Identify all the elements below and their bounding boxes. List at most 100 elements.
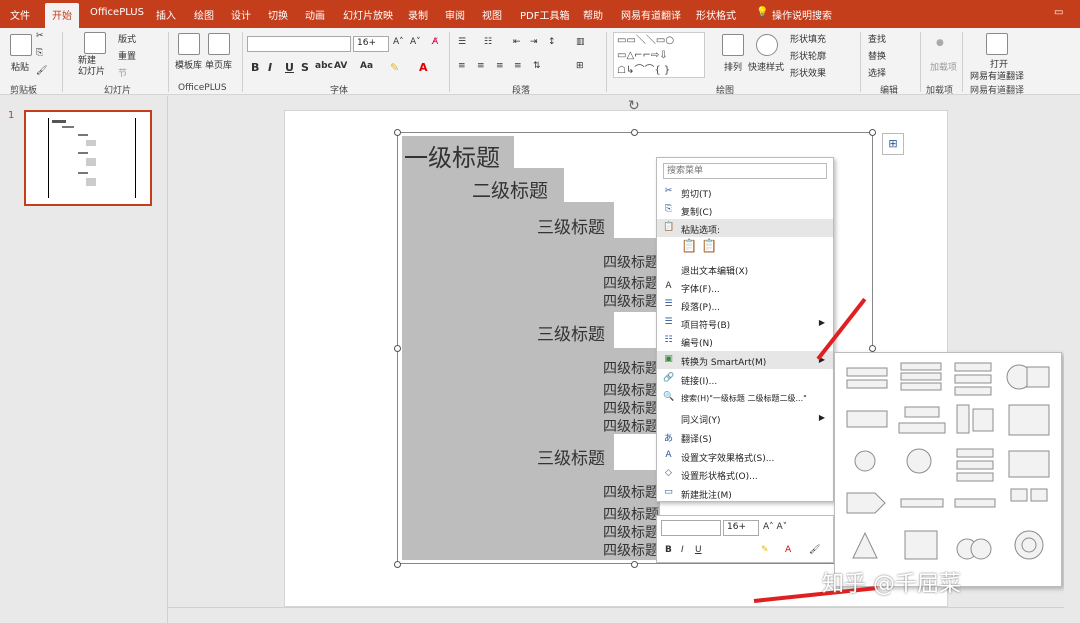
increase-indent-icon[interactable]: ⇥	[530, 37, 538, 47]
single-page-library-button[interactable]: 单页库	[205, 58, 232, 71]
decrease-indent-icon[interactable]: ⇤	[513, 37, 521, 47]
tab-pdf[interactable]: PDF工具箱	[520, 7, 569, 22]
select-button[interactable]: 选择	[868, 66, 886, 79]
resize-handle[interactable]	[869, 345, 876, 352]
design-ideas-icon[interactable]: ⊞	[882, 133, 904, 155]
menu-item-font[interactable]: A 字体(F)...	[657, 278, 833, 296]
mini-font-color-icon[interactable]: A	[785, 545, 791, 555]
smartart-layout-gallery[interactable]	[835, 353, 1063, 588]
template-library-button[interactable]: 模板库	[175, 58, 202, 71]
tab-insert[interactable]: 插入	[156, 7, 176, 22]
addins-icon[interactable]: ●	[936, 38, 944, 48]
justify-icon[interactable]: ≡	[514, 61, 522, 71]
menu-item-text-effects[interactable]: A 设置文字效果格式(S)...	[657, 447, 833, 465]
font-size-combo[interactable]: 16+	[353, 36, 389, 52]
font-name-combo[interactable]	[247, 36, 351, 52]
menu-item-copy[interactable]: ⎘ 复制(C)	[657, 201, 833, 219]
menu-item-bullets[interactable]: ☰ 项目符号(B) ▶	[657, 314, 833, 332]
font-color-icon[interactable]: A	[419, 61, 428, 74]
shape-outline-button[interactable]: 形状轮廓	[790, 49, 826, 62]
underline-button[interactable]: U	[285, 61, 294, 74]
resize-handle[interactable]	[394, 345, 401, 352]
section-button[interactable]: 节	[118, 66, 127, 79]
arrange-icon[interactable]	[722, 34, 744, 56]
cut-icon[interactable]: ✂	[36, 31, 44, 41]
replace-button[interactable]: 替换	[868, 49, 886, 62]
tab-help[interactable]: 帮助	[583, 7, 603, 22]
menu-item-translate[interactable]: あ翻译(S)	[657, 428, 833, 446]
menu-item-link[interactable]: 🔗 链接(I)...	[657, 370, 833, 388]
layout-button[interactable]: 版式	[118, 32, 136, 45]
find-button[interactable]: 查找	[868, 32, 886, 45]
strikethrough-button[interactable]: abc	[315, 61, 333, 71]
reset-button[interactable]: 重置	[118, 49, 136, 62]
menu-search-input[interactable]	[663, 163, 827, 179]
tab-youdao[interactable]: 网易有道翻译	[621, 7, 681, 22]
arrange-button[interactable]: 排列	[724, 60, 742, 73]
menu-item-paragraph[interactable]: ☰ 段落(P)...	[657, 296, 833, 314]
vertical-scrollbar[interactable]	[1064, 96, 1080, 606]
new-slide-icon[interactable]	[84, 32, 106, 54]
paste-text-only-icon[interactable]: 📋	[701, 239, 717, 254]
highlight-icon[interactable]: ✎	[390, 61, 399, 74]
mini-highlight-icon[interactable]: ✎	[761, 545, 769, 555]
text-direction-icon[interactable]: ⇅	[533, 61, 541, 71]
align-right-icon[interactable]: ≡	[496, 61, 504, 71]
tab-slideshow[interactable]: 幻灯片放映	[343, 7, 393, 22]
mini-font-name-combo[interactable]	[661, 520, 721, 536]
tab-record[interactable]: 录制	[408, 7, 428, 22]
bold-button[interactable]: B	[251, 61, 259, 74]
tell-me-search[interactable]: 操作说明搜索	[772, 7, 832, 22]
menu-item-search[interactable]: 🔍 搜索(H)"一级标题 二级标题二级..."	[657, 389, 833, 407]
new-slide-button[interactable]: 新建 幻灯片	[78, 56, 105, 78]
resize-handle[interactable]	[631, 129, 638, 136]
line-spacing-icon[interactable]: ↕	[548, 37, 556, 47]
shadow-button[interactable]: S	[301, 61, 309, 74]
menu-item-cut[interactable]: ✂ 剪切(T)	[657, 183, 833, 201]
shapes-gallery[interactable]: ▭▭＼＼▭○ ▭△⌐⌐⇨⇩ ☖↳⌒⌒{ }	[613, 32, 705, 78]
change-case-button[interactable]: Aa	[360, 61, 373, 71]
tab-view[interactable]: 视图	[482, 7, 502, 22]
char-spacing-button[interactable]: AV	[334, 61, 347, 71]
rotate-handle-icon[interactable]: ↻	[628, 98, 640, 114]
youdao-button[interactable]: 网易有道翻译	[970, 69, 1024, 82]
bullets-icon[interactable]: ☰	[458, 37, 466, 47]
menu-item-new-comment[interactable]: ▭ 新建批注(M)	[657, 484, 833, 502]
numbering-icon[interactable]: ☷	[484, 37, 492, 47]
tab-draw[interactable]: 绘图	[194, 7, 214, 22]
menu-item-format-shape[interactable]: ◇ 设置形状格式(O)...	[657, 465, 833, 483]
clear-format-icon[interactable]: A̸	[432, 37, 438, 47]
mini-grow-font-icon[interactable]: A˄ A˅	[763, 522, 787, 532]
align-text-icon[interactable]: ⊞	[576, 61, 584, 71]
menu-item-convert-smartart[interactable]: ▣ 转换为 SmartArt(M) ▶	[657, 351, 833, 369]
tab-review[interactable]: 审阅	[445, 7, 465, 22]
mini-bold-button[interactable]: B	[665, 545, 672, 555]
tab-officeplus[interactable]: OfficePLUS	[90, 7, 144, 18]
shape-effect-button[interactable]: 形状效果	[790, 66, 826, 79]
shrink-font-icon[interactable]: A˅	[410, 37, 421, 47]
mini-format-painter-icon[interactable]: 🖌	[809, 545, 820, 555]
tab-animations[interactable]: 动画	[305, 7, 325, 22]
resize-handle[interactable]	[394, 561, 401, 568]
menu-item-synonyms[interactable]: 同义词(Y) ▶	[657, 409, 833, 427]
paste-button[interactable]: 粘贴	[11, 60, 29, 73]
quick-styles-button[interactable]: 快速样式	[748, 60, 784, 73]
template-library-icon[interactable]	[178, 33, 200, 55]
youdao-translate-icon[interactable]	[986, 33, 1008, 55]
quick-styles-icon[interactable]	[756, 34, 778, 56]
tab-transitions[interactable]: 切换	[268, 7, 288, 22]
shape-fill-button[interactable]: 形状填充	[790, 32, 826, 45]
tab-shape-format[interactable]: 形状格式	[696, 7, 736, 22]
copy-icon[interactable]: ⎘	[36, 48, 43, 58]
mini-italic-button[interactable]: I	[681, 545, 684, 555]
comments-icon[interactable]: ▭	[1054, 7, 1063, 18]
resize-handle[interactable]	[631, 561, 638, 568]
resize-handle[interactable]	[394, 129, 401, 136]
addins-button[interactable]: 加载项	[930, 60, 957, 73]
italic-button[interactable]: I	[268, 61, 272, 74]
align-center-icon[interactable]: ≡	[477, 61, 485, 71]
paste-keep-format-icon[interactable]: 📋	[681, 239, 697, 254]
mini-font-size-combo[interactable]: 16+	[723, 520, 759, 536]
slide-thumbnail[interactable]	[24, 110, 152, 206]
tab-design[interactable]: 设计	[231, 7, 251, 22]
